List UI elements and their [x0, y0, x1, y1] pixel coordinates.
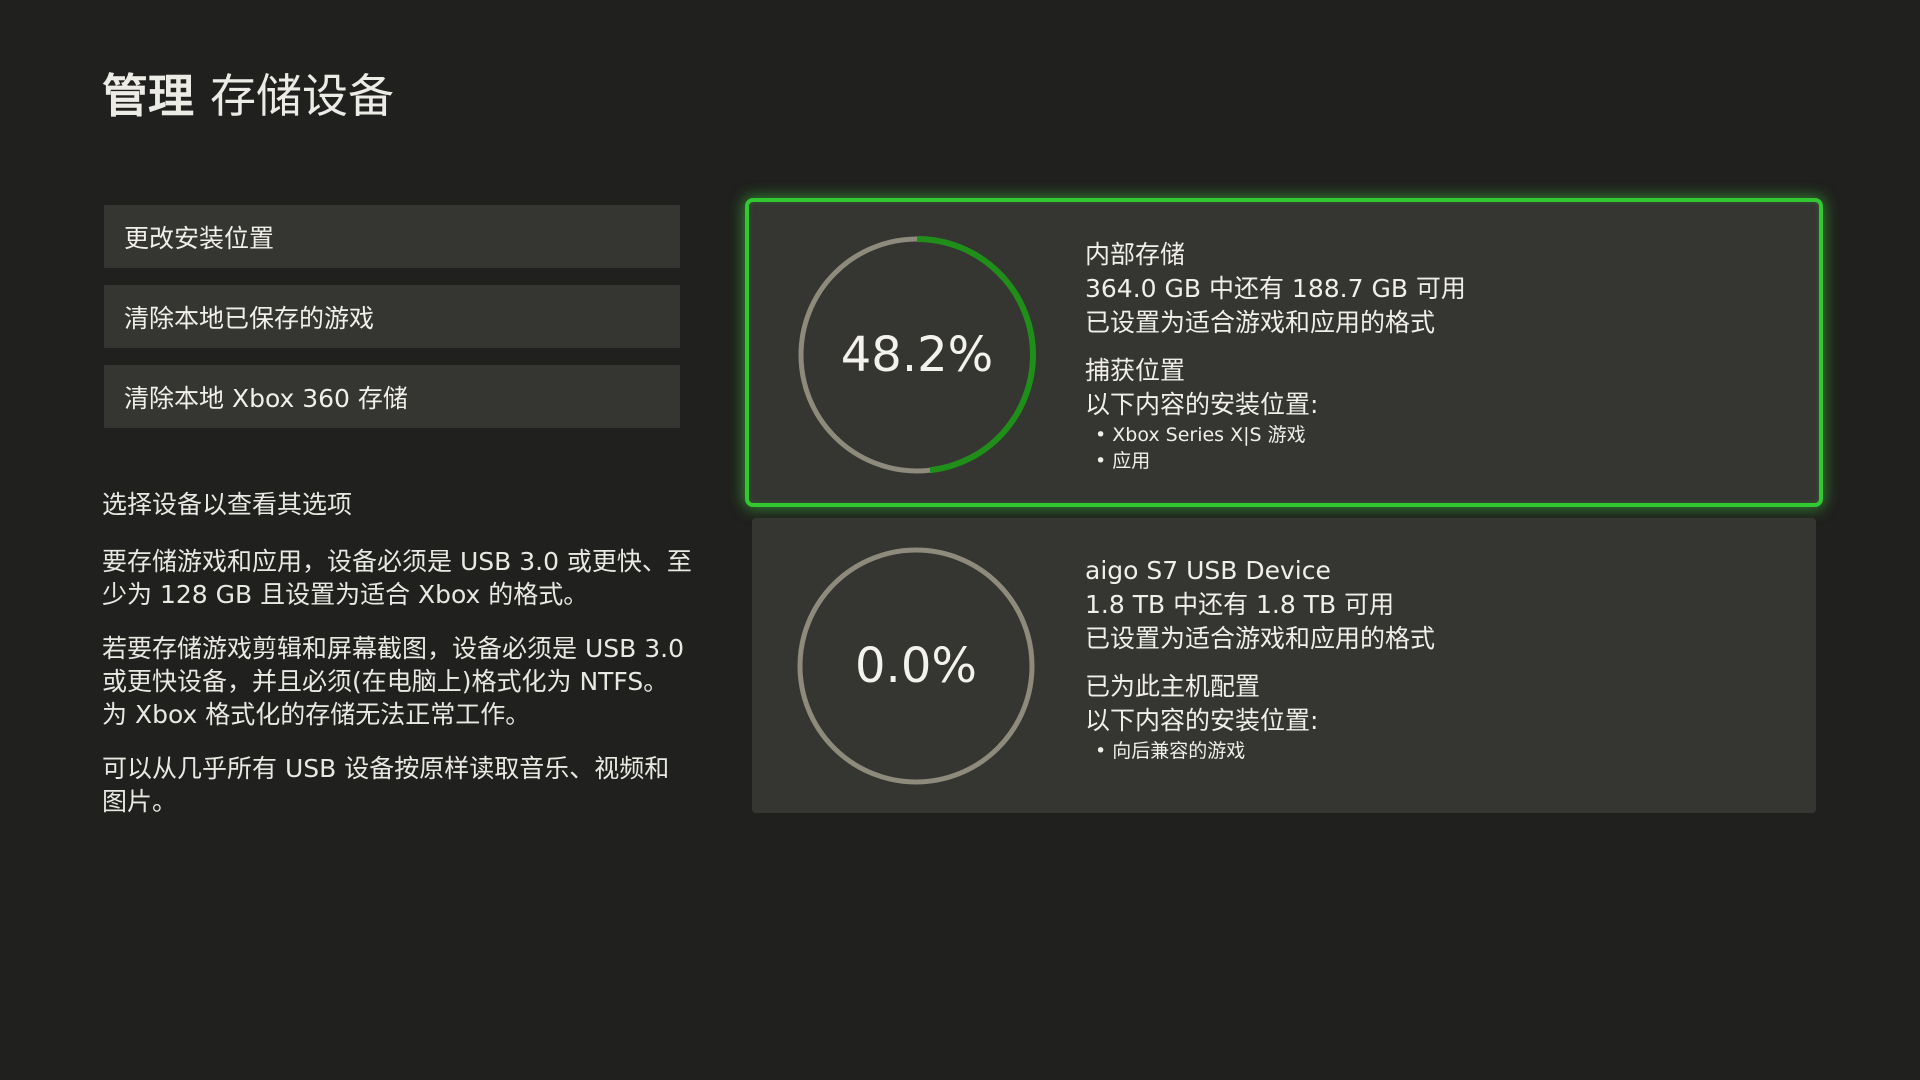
usage-ring: 0.0% — [796, 546, 1036, 786]
device-name: aigo S7 USB Device — [1085, 556, 1331, 585]
manage-storage-page: 管理 存储设备 更改安装位置 清除本地已保存的游戏 清除本地 Xbox 360 存… — [0, 0, 1920, 1080]
storage-actions-menu: 更改安装位置 清除本地已保存的游戏 清除本地 Xbox 360 存储 — [104, 205, 680, 445]
device-role: 已为此主机配置 — [1085, 672, 1261, 701]
usage-percent: 0.0% — [855, 638, 977, 694]
usage-percent: 48.2% — [840, 327, 994, 383]
device-capacity: 364.0 GB 中还有 188.7 GB 可用 — [1085, 274, 1466, 303]
clear-local-saved-games-button[interactable]: 清除本地已保存的游戏 — [104, 285, 680, 348]
menu-item-label: 清除本地 Xbox 360 存储 — [124, 383, 408, 413]
page-title: 管理 存储设备 — [102, 66, 394, 126]
page-title-sub: 存储设备 — [210, 69, 394, 123]
menu-item-label: 清除本地已保存的游戏 — [124, 303, 375, 333]
change-install-location-button[interactable]: 更改安装位置 — [104, 205, 680, 268]
clear-xbox360-storage-button[interactable]: 清除本地 Xbox 360 存储 — [104, 365, 680, 428]
device-card-usb-device[interactable]: 0.0% aigo S7 USB Device 1.8 TB 中还有 1.8 T… — [752, 518, 1816, 813]
install-list: 向后兼容的游戏 — [1085, 738, 1435, 764]
storage-info-text: 选择设备以查看其选项 要存储游戏和应用，设备必须是 USB 3.0 或更快、至少… — [102, 488, 692, 839]
device-details: aigo S7 USB Device 1.8 TB 中还有 1.8 TB 可用 … — [1085, 554, 1435, 764]
page-title-main: 管理 — [102, 69, 194, 123]
install-list-item: 应用 — [1095, 448, 1466, 474]
menu-item-label: 更改安装位置 — [124, 223, 275, 253]
install-heading: 以下内容的安装位置: — [1085, 706, 1319, 735]
install-list-item: Xbox Series X|S 游戏 — [1095, 422, 1466, 448]
info-paragraph: 可以从几乎所有 USB 设备按原样读取音乐、视频和图片。 — [102, 754, 670, 816]
install-list: Xbox Series X|S 游戏 应用 — [1085, 422, 1466, 474]
device-capacity: 1.8 TB 中还有 1.8 TB 可用 — [1085, 590, 1395, 619]
install-list-item: 向后兼容的游戏 — [1095, 738, 1435, 764]
usage-ring: 48.2% — [797, 235, 1037, 475]
device-card-internal-storage[interactable]: 48.2% 内部存储 364.0 GB 中还有 188.7 GB 可用 已设置为… — [745, 198, 1823, 507]
install-heading: 以下内容的安装位置: — [1085, 390, 1319, 419]
info-heading: 选择设备以查看其选项 — [102, 490, 353, 519]
device-details: 内部存储 364.0 GB 中还有 188.7 GB 可用 已设置为适合游戏和应… — [1085, 238, 1466, 474]
device-name: 内部存储 — [1085, 240, 1186, 269]
device-format: 已设置为适合游戏和应用的格式 — [1085, 308, 1436, 337]
device-format: 已设置为适合游戏和应用的格式 — [1085, 624, 1436, 653]
info-paragraph: 要存储游戏和应用，设备必须是 USB 3.0 或更快、至少为 128 GB 且设… — [102, 547, 692, 609]
device-role: 捕获位置 — [1085, 356, 1186, 385]
info-paragraph: 若要存储游戏剪辑和屏幕截图，设备必须是 USB 3.0 或更快设备，并且必须(在… — [102, 634, 684, 729]
